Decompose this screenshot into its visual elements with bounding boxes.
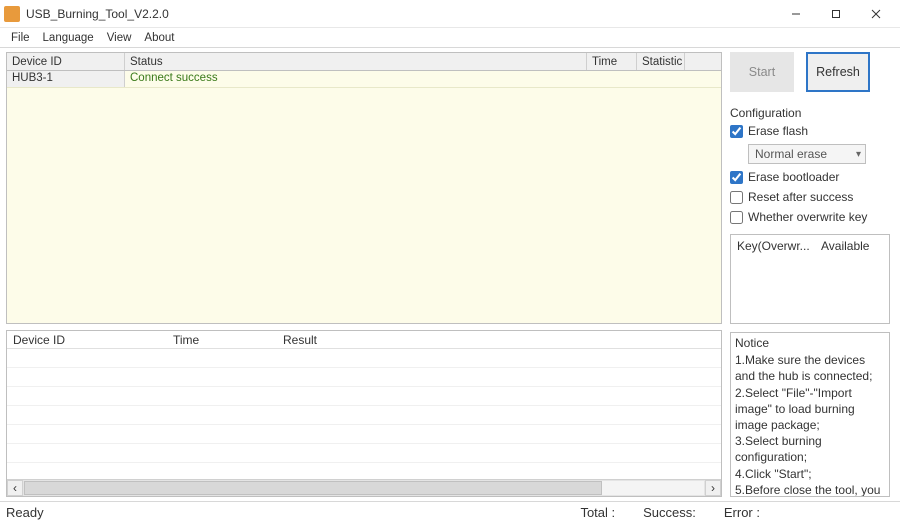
- status-error: Error :: [710, 505, 774, 520]
- key-col1: Key(Overwr...: [737, 239, 813, 253]
- erase-flash-checkbox[interactable]: [730, 125, 743, 138]
- maximize-button[interactable]: [816, 2, 856, 26]
- erase-bootloader-row[interactable]: Erase bootloader: [730, 170, 890, 184]
- app-icon: [4, 6, 20, 22]
- result-table-header: Device ID Time Result: [7, 331, 721, 349]
- left-column: Device ID Status Time Statistic HUB3-1 C…: [0, 48, 728, 501]
- menu-view[interactable]: View: [102, 30, 137, 46]
- minimize-button[interactable]: [776, 2, 816, 26]
- notice-box: Notice 1.Make sure the devices and the h…: [730, 332, 890, 497]
- menubar: File Language View About: [0, 28, 900, 48]
- menu-language[interactable]: Language: [38, 30, 99, 46]
- right-panel: Start Refresh Configuration Erase flash …: [728, 48, 900, 501]
- cell-status: Connect success: [125, 71, 623, 87]
- notice-title: Notice: [735, 335, 885, 351]
- device-table: Device ID Status Time Statistic HUB3-1 C…: [6, 52, 722, 324]
- status-ready: Ready: [6, 505, 68, 520]
- result-body: [7, 349, 721, 479]
- overwrite-key-label: Whether overwrite key: [748, 210, 867, 224]
- configuration-group: Erase flash Normal erase ▾ Erase bootloa…: [730, 124, 890, 224]
- close-button[interactable]: [856, 2, 896, 26]
- cell-time: [623, 71, 673, 87]
- button-row: Start Refresh: [730, 52, 890, 92]
- device-table-header: Device ID Status Time Statistic: [7, 53, 721, 71]
- erase-bootloader-label: Erase bootloader: [748, 170, 839, 184]
- col-header-extra[interactable]: [685, 53, 721, 70]
- key-col2: Available: [821, 239, 869, 253]
- menu-about[interactable]: About: [139, 30, 179, 46]
- notice-line: 4.Click "Start";: [735, 466, 885, 482]
- refresh-button[interactable]: Refresh: [806, 52, 870, 92]
- key-table: Key(Overwr... Available: [730, 234, 890, 324]
- scroll-left-icon[interactable]: ‹: [7, 480, 23, 496]
- horizontal-scrollbar[interactable]: ‹ ›: [7, 479, 721, 496]
- notice-line: 2.Select "File"-"Import image" to load b…: [735, 385, 885, 434]
- overwrite-key-checkbox[interactable]: [730, 211, 743, 224]
- col-header-time[interactable]: Time: [587, 53, 637, 70]
- key-table-header: Key(Overwr... Available: [737, 239, 883, 253]
- status-total: Total :: [566, 505, 629, 520]
- scroll-right-icon[interactable]: ›: [705, 480, 721, 496]
- notice-line: 1.Make sure the devices and the hub is c…: [735, 352, 885, 384]
- result-row: [7, 349, 721, 368]
- erase-bootloader-checkbox[interactable]: [730, 171, 743, 184]
- titlebar: USB_Burning_Tool_V2.2.0: [0, 0, 900, 28]
- result-row: [7, 387, 721, 406]
- status-success: Success:: [629, 505, 710, 520]
- table-row[interactable]: HUB3-1 Connect success: [7, 71, 721, 88]
- cell-statistic: [673, 71, 721, 87]
- cell-device-id: HUB3-1: [7, 71, 125, 87]
- window-title: USB_Burning_Tool_V2.2.0: [26, 7, 776, 21]
- scroll-track[interactable]: [23, 480, 705, 496]
- col-header-device[interactable]: Device ID: [7, 53, 125, 70]
- result-table: Device ID Time Result ‹ ›: [6, 330, 722, 497]
- overwrite-key-row[interactable]: Whether overwrite key: [730, 210, 890, 224]
- start-button[interactable]: Start: [730, 52, 794, 92]
- result-row: [7, 425, 721, 444]
- menu-file[interactable]: File: [6, 30, 35, 46]
- rcol-header-result[interactable]: Result: [277, 331, 721, 348]
- notice-line: 5.Before close the tool, you need to pul…: [735, 482, 885, 497]
- rcol-header-device[interactable]: Device ID: [7, 331, 167, 348]
- erase-flash-row[interactable]: Erase flash: [730, 124, 890, 138]
- result-row: [7, 444, 721, 463]
- configuration-title: Configuration: [730, 106, 890, 120]
- scroll-thumb[interactable]: [24, 481, 602, 495]
- reset-after-checkbox[interactable]: [730, 191, 743, 204]
- chevron-down-icon: ▾: [856, 149, 861, 160]
- statusbar: Ready Total : Success: Error :: [0, 501, 900, 523]
- erase-mode-select[interactable]: Normal erase ▾: [748, 144, 866, 164]
- col-header-status[interactable]: Status: [125, 53, 587, 70]
- col-header-statistic[interactable]: Statistic: [637, 53, 685, 70]
- erase-mode-value: Normal erase: [755, 147, 827, 161]
- notice-line: 3.Select burning configuration;: [735, 433, 885, 465]
- reset-after-label: Reset after success: [748, 190, 853, 204]
- erase-flash-label: Erase flash: [748, 124, 808, 138]
- result-row: [7, 406, 721, 425]
- rcol-header-time[interactable]: Time: [167, 331, 277, 348]
- result-row: [7, 368, 721, 387]
- main-area: Device ID Status Time Statistic HUB3-1 C…: [0, 48, 900, 501]
- reset-after-row[interactable]: Reset after success: [730, 190, 890, 204]
